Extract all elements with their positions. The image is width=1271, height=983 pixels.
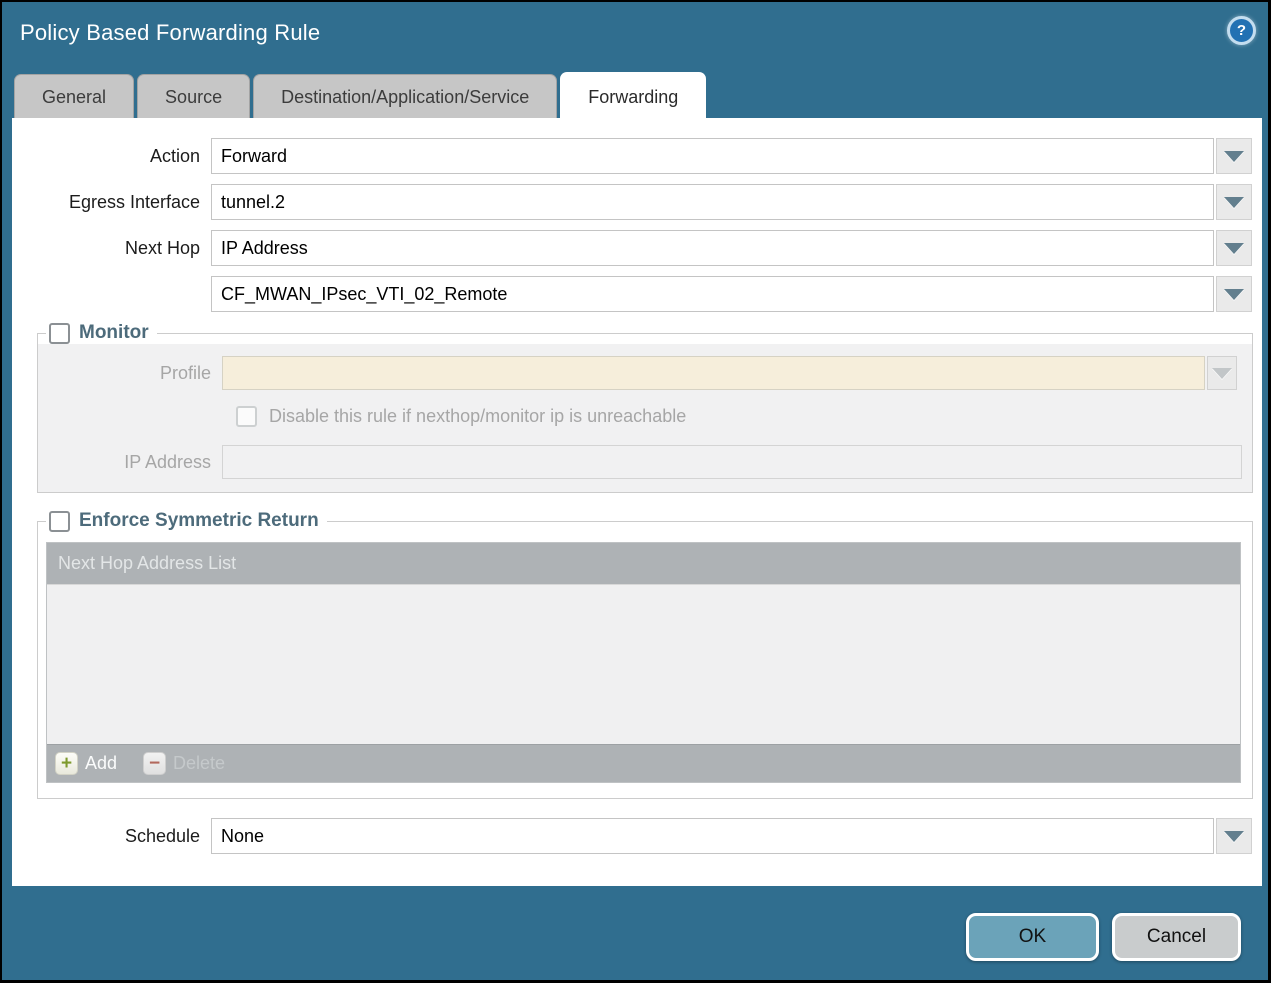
profile-dropdown-button (1207, 356, 1237, 390)
next-hop-address-list-header: Next Hop Address List (47, 543, 1240, 584)
profile-input (222, 356, 1205, 390)
chevron-down-icon (1224, 151, 1244, 162)
delete-button-label: Delete (173, 753, 225, 774)
tab-general[interactable]: General (14, 74, 134, 120)
monitor-legend: Monitor (46, 322, 157, 344)
monitor-checkbox[interactable] (49, 323, 70, 344)
schedule-row: Schedule (12, 818, 1262, 854)
ok-button[interactable]: OK (966, 913, 1099, 961)
next-hop-label: Next Hop (12, 238, 211, 259)
dialog-footer: OK Cancel (966, 913, 1241, 961)
add-button-label: Add (85, 753, 117, 774)
monitor-body: Profile Disable this rule if nexthop/mon… (38, 344, 1252, 492)
egress-interface-row: Egress Interface (12, 184, 1262, 220)
next-hop-type-input[interactable] (211, 230, 1214, 266)
next-hop-address-list-table: Next Hop Address List + Add − Delete (46, 542, 1241, 783)
disable-rule-checkbox (236, 406, 257, 427)
action-row: Action (12, 138, 1262, 174)
tab-forwarding[interactable]: Forwarding (560, 72, 706, 120)
enforce-symmetric-return-legend: Enforce Symmetric Return (46, 510, 327, 532)
enforce-symmetric-return-legend-label: Enforce Symmetric Return (79, 510, 319, 532)
plus-icon: + (55, 752, 78, 775)
action-dropdown-button[interactable] (1216, 138, 1252, 174)
egress-interface-input[interactable] (211, 184, 1214, 220)
tab-source[interactable]: Source (137, 74, 250, 120)
monitor-ip-address-input (222, 445, 1242, 479)
next-hop-address-list-body[interactable] (47, 584, 1240, 744)
monitor-fieldset: Monitor Profile Disable this rule if nex… (37, 322, 1253, 493)
chevron-down-icon (1224, 197, 1244, 208)
disable-rule-row: Disable this rule if nexthop/monitor ip … (236, 406, 1252, 427)
next-hop-address-list-toolbar: + Add − Delete (47, 744, 1240, 782)
dialog-frame: Policy Based Forwarding Rule ? General S… (2, 2, 1268, 980)
add-button[interactable]: + Add (55, 752, 117, 775)
schedule-dropdown-button[interactable] (1216, 818, 1252, 854)
schedule-label: Schedule (12, 826, 211, 847)
enforce-symmetric-return-body: Next Hop Address List + Add − Delete (38, 532, 1252, 798)
cancel-button[interactable]: Cancel (1112, 913, 1241, 961)
action-label: Action (12, 146, 211, 167)
schedule-input[interactable] (211, 818, 1214, 854)
profile-row: Profile (38, 344, 1252, 390)
help-icon[interactable]: ? (1227, 16, 1256, 45)
enforce-symmetric-return-checkbox[interactable] (49, 511, 70, 532)
minus-icon: − (143, 752, 166, 775)
forwarding-tab-panel: Action Egress Interface Next Hop (12, 118, 1262, 886)
delete-button: − Delete (143, 752, 225, 775)
dialog-title: Policy Based Forwarding Rule (20, 20, 320, 46)
monitor-legend-label: Monitor (79, 322, 149, 344)
next-hop-address-row (12, 276, 1262, 312)
next-hop-address-input[interactable] (211, 276, 1214, 312)
tab-bar: General Source Destination/Application/S… (14, 72, 706, 120)
next-hop-address-dropdown-button[interactable] (1216, 276, 1252, 312)
profile-label: Profile (38, 363, 222, 384)
next-hop-row: Next Hop (12, 230, 1262, 266)
tab-destination-application-service[interactable]: Destination/Application/Service (253, 74, 557, 120)
chevron-down-icon (1224, 243, 1244, 254)
enforce-symmetric-return-fieldset: Enforce Symmetric Return Next Hop Addres… (37, 510, 1253, 799)
monitor-ip-address-label: IP Address (38, 452, 222, 473)
monitor-ip-address-row: IP Address (38, 445, 1252, 479)
disable-rule-label: Disable this rule if nexthop/monitor ip … (269, 406, 686, 427)
chevron-down-icon (1212, 368, 1232, 379)
chevron-down-icon (1224, 289, 1244, 300)
egress-interface-dropdown-button[interactable] (1216, 184, 1252, 220)
egress-interface-label: Egress Interface (12, 192, 211, 213)
next-hop-type-dropdown-button[interactable] (1216, 230, 1252, 266)
action-input[interactable] (211, 138, 1214, 174)
chevron-down-icon (1224, 831, 1244, 842)
